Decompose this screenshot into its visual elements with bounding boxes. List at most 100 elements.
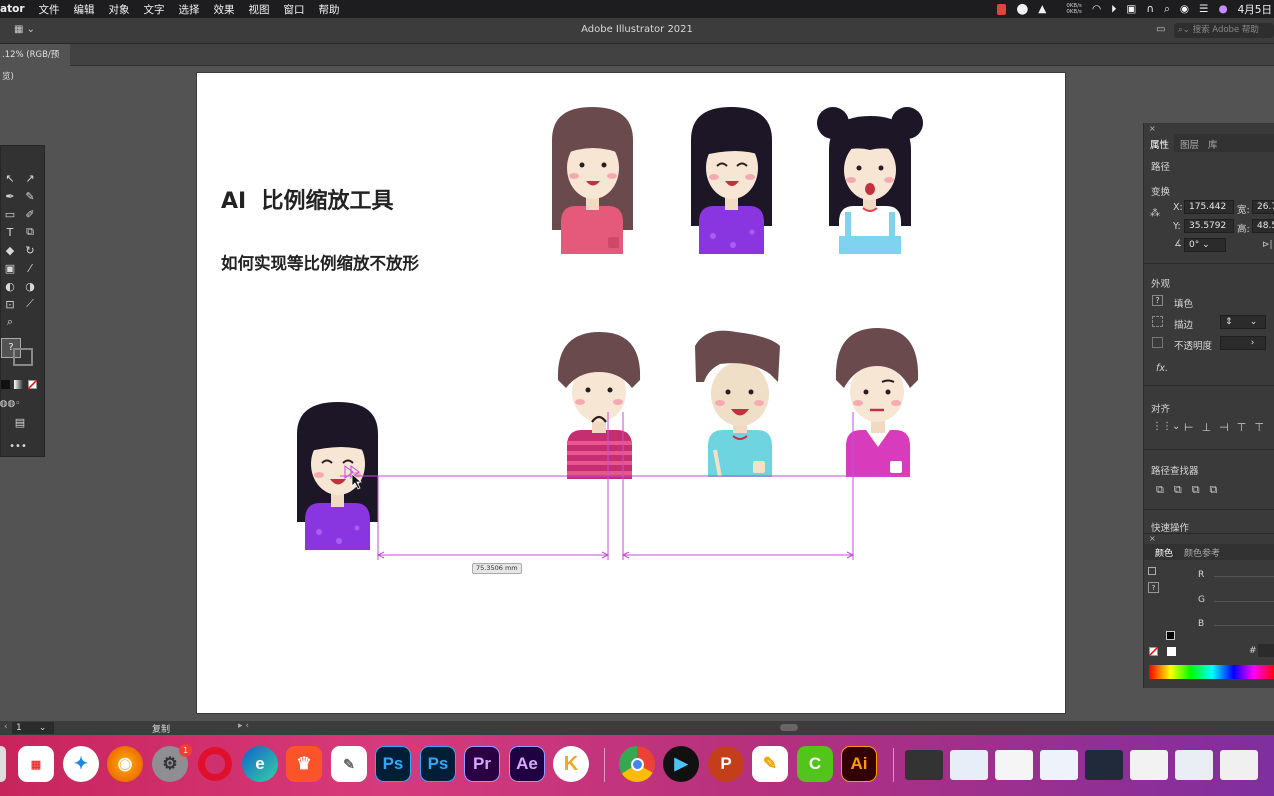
- swap-icon[interactable]: [1148, 567, 1156, 575]
- flip-icon[interactable]: ⊳|: [1262, 240, 1273, 250]
- character-girl-brown-hair[interactable]: [552, 107, 633, 254]
- character-boy-cyan[interactable]: [695, 330, 780, 478]
- dock-window-thumb-8[interactable]: [1220, 750, 1258, 780]
- white-swatch[interactable]: [1167, 647, 1176, 656]
- page-number-field[interactable]: 1 ⌄: [12, 722, 54, 734]
- width-label: 宽:: [1237, 205, 1250, 216]
- slice-tool-icon[interactable]: ⟋: [21, 296, 39, 312]
- pathfinder-buttons-icon[interactable]: ⧉⧉⧉⧉: [1156, 483, 1227, 497]
- tab-color[interactable]: 颜色: [1155, 546, 1173, 559]
- align-buttons-icon[interactable]: ⊢⊥⊣⊤⊤: [1184, 421, 1272, 434]
- character-boy-striped[interactable]: [557, 332, 641, 479]
- gradient-mode-icon[interactable]: [14, 380, 23, 389]
- dock-powerpoint-icon[interactable]: P: [708, 746, 744, 782]
- dock-window-thumb-7[interactable]: [1175, 750, 1213, 780]
- x-position-field[interactable]: 175.442: [1184, 200, 1234, 214]
- prev-page-icon[interactable]: ‹: [4, 722, 8, 732]
- close-icon[interactable]: ×: [1149, 124, 1156, 133]
- close-icon[interactable]: ×: [1149, 534, 1156, 543]
- selection-tool-icon[interactable]: ↖: [1, 170, 19, 186]
- dock-pencil-icon[interactable]: ✎: [752, 746, 788, 782]
- character-boy-magenta[interactable]: [835, 328, 919, 477]
- none-mode-icon[interactable]: [28, 380, 37, 389]
- more-tools-icon[interactable]: •••: [9, 438, 27, 454]
- pen-tool-icon[interactable]: ✒: [1, 188, 19, 204]
- artboard-tool-icon[interactable]: ⊡: [1, 296, 19, 312]
- dock-chrome-icon[interactable]: [619, 746, 655, 782]
- tab-libraries[interactable]: 库: [1208, 137, 1218, 151]
- dock-firefox-icon[interactable]: ◉: [107, 746, 143, 782]
- r-slider[interactable]: [1214, 576, 1274, 577]
- horizontal-scrollbar[interactable]: [780, 724, 798, 731]
- paintbrush-tool-icon[interactable]: ✐: [21, 206, 39, 222]
- dock-window-thumb-1[interactable]: [905, 750, 943, 780]
- g-slider[interactable]: [1214, 601, 1274, 602]
- blend-tool-icon[interactable]: ◑: [21, 278, 39, 294]
- dock-launchpad-icon[interactable]: ▦: [18, 746, 54, 782]
- dock-window-thumb-5[interactable]: [1085, 750, 1123, 780]
- stroke-swatch-icon[interactable]: [1152, 316, 1163, 327]
- rotate-tool-icon[interactable]: ↻: [21, 242, 39, 258]
- y-position-field[interactable]: 35.5792: [1184, 219, 1234, 233]
- rectangle-tool-icon[interactable]: ▭: [1, 206, 19, 222]
- tab-color-guide[interactable]: 颜色参考: [1184, 546, 1220, 559]
- tab-properties[interactable]: 属性: [1150, 137, 1169, 151]
- pathfinder-section-label: 路径查找器: [1151, 466, 1199, 477]
- dock-quicktime-icon[interactable]: ▶: [663, 746, 699, 782]
- stroke-weight-field[interactable]: ⇕ ⌄: [1220, 315, 1266, 329]
- fill-stroke-swatch[interactable]: ?: [1, 336, 37, 368]
- rotation-field[interactable]: 0° ⌄: [1184, 238, 1226, 252]
- type-tool-icon[interactable]: T: [1, 224, 19, 240]
- status-arrow-icon[interactable]: ▸ ‹: [238, 721, 249, 731]
- reference-point-icon[interactable]: ⁂: [1150, 208, 1160, 219]
- dock-camtasia-icon[interactable]: C: [797, 746, 833, 782]
- none-swatch[interactable]: [1149, 647, 1158, 656]
- draw-mode-icon[interactable]: ◍◍◦: [0, 396, 21, 412]
- opacity-icon[interactable]: [1152, 337, 1163, 348]
- black-swatch[interactable]: [1166, 631, 1175, 640]
- dock-notes-icon[interactable]: ✎: [331, 746, 367, 782]
- gradient-tool-icon[interactable]: ▣: [1, 260, 19, 276]
- hex-field[interactable]: [1258, 644, 1274, 657]
- fill-unknown-icon[interactable]: ?: [1152, 295, 1163, 306]
- fill-unknown-icon[interactable]: ?: [1148, 582, 1159, 593]
- dock-window-thumb-6[interactable]: [1130, 750, 1168, 780]
- color-spectrum[interactable]: [1149, 665, 1274, 679]
- effects-button[interactable]: fx.: [1156, 363, 1168, 374]
- dock-opera-icon[interactable]: [197, 746, 233, 782]
- eraser-tool-icon[interactable]: ◆: [1, 242, 19, 258]
- character-girl-buns[interactable]: [817, 107, 923, 254]
- height-field[interactable]: 48.5: [1252, 219, 1274, 233]
- b-slider[interactable]: [1214, 625, 1274, 626]
- direct-selection-tool-icon[interactable]: ↗: [21, 170, 39, 186]
- dock-photoshop-beta-icon[interactable]: Ps: [420, 746, 456, 782]
- g-label: G: [1198, 595, 1205, 605]
- width-field[interactable]: 26.7: [1252, 200, 1274, 214]
- screen-mode-icon[interactable]: ▤: [11, 414, 29, 430]
- dock-safari-icon[interactable]: ✦: [63, 746, 99, 782]
- zoom-tool-icon[interactable]: ⌕: [1, 314, 19, 330]
- scale-tool-icon[interactable]: ⧉: [21, 224, 39, 240]
- character-girl-dark-hair[interactable]: [691, 107, 772, 254]
- curvature-tool-icon[interactable]: ✎: [21, 188, 39, 204]
- transform-section-label: 变换: [1151, 187, 1171, 198]
- dock-brave-icon[interactable]: ♛: [286, 746, 322, 782]
- dock-edge-icon[interactable]: e: [242, 746, 278, 782]
- dock-window-thumb-4[interactable]: [1040, 750, 1078, 780]
- dock-window-thumb-2[interactable]: [950, 750, 988, 780]
- x-label: X:: [1173, 202, 1183, 213]
- color-mode-icon[interactable]: [1, 380, 10, 389]
- dock-photoshop-icon[interactable]: Ps: [375, 746, 411, 782]
- dock-premiere-icon[interactable]: Pr: [464, 746, 500, 782]
- align-to-icon[interactable]: ⋮⋮⌄: [1152, 421, 1180, 432]
- tab-layers[interactable]: 图层: [1180, 137, 1199, 151]
- opacity-field[interactable]: ›: [1220, 336, 1266, 350]
- shape-builder-tool-icon[interactable]: ◐: [1, 278, 19, 294]
- dock-after-effects-icon[interactable]: Ae: [509, 746, 545, 782]
- dock-window-thumb-3[interactable]: [995, 750, 1033, 780]
- dock-keynote-icon[interactable]: K: [553, 746, 589, 782]
- hex-label: #: [1249, 646, 1257, 656]
- eyedropper-tool-icon[interactable]: ⁄: [21, 260, 39, 276]
- dock-finder-icon[interactable]: [0, 746, 6, 782]
- dock-illustrator-icon[interactable]: Ai: [841, 746, 877, 782]
